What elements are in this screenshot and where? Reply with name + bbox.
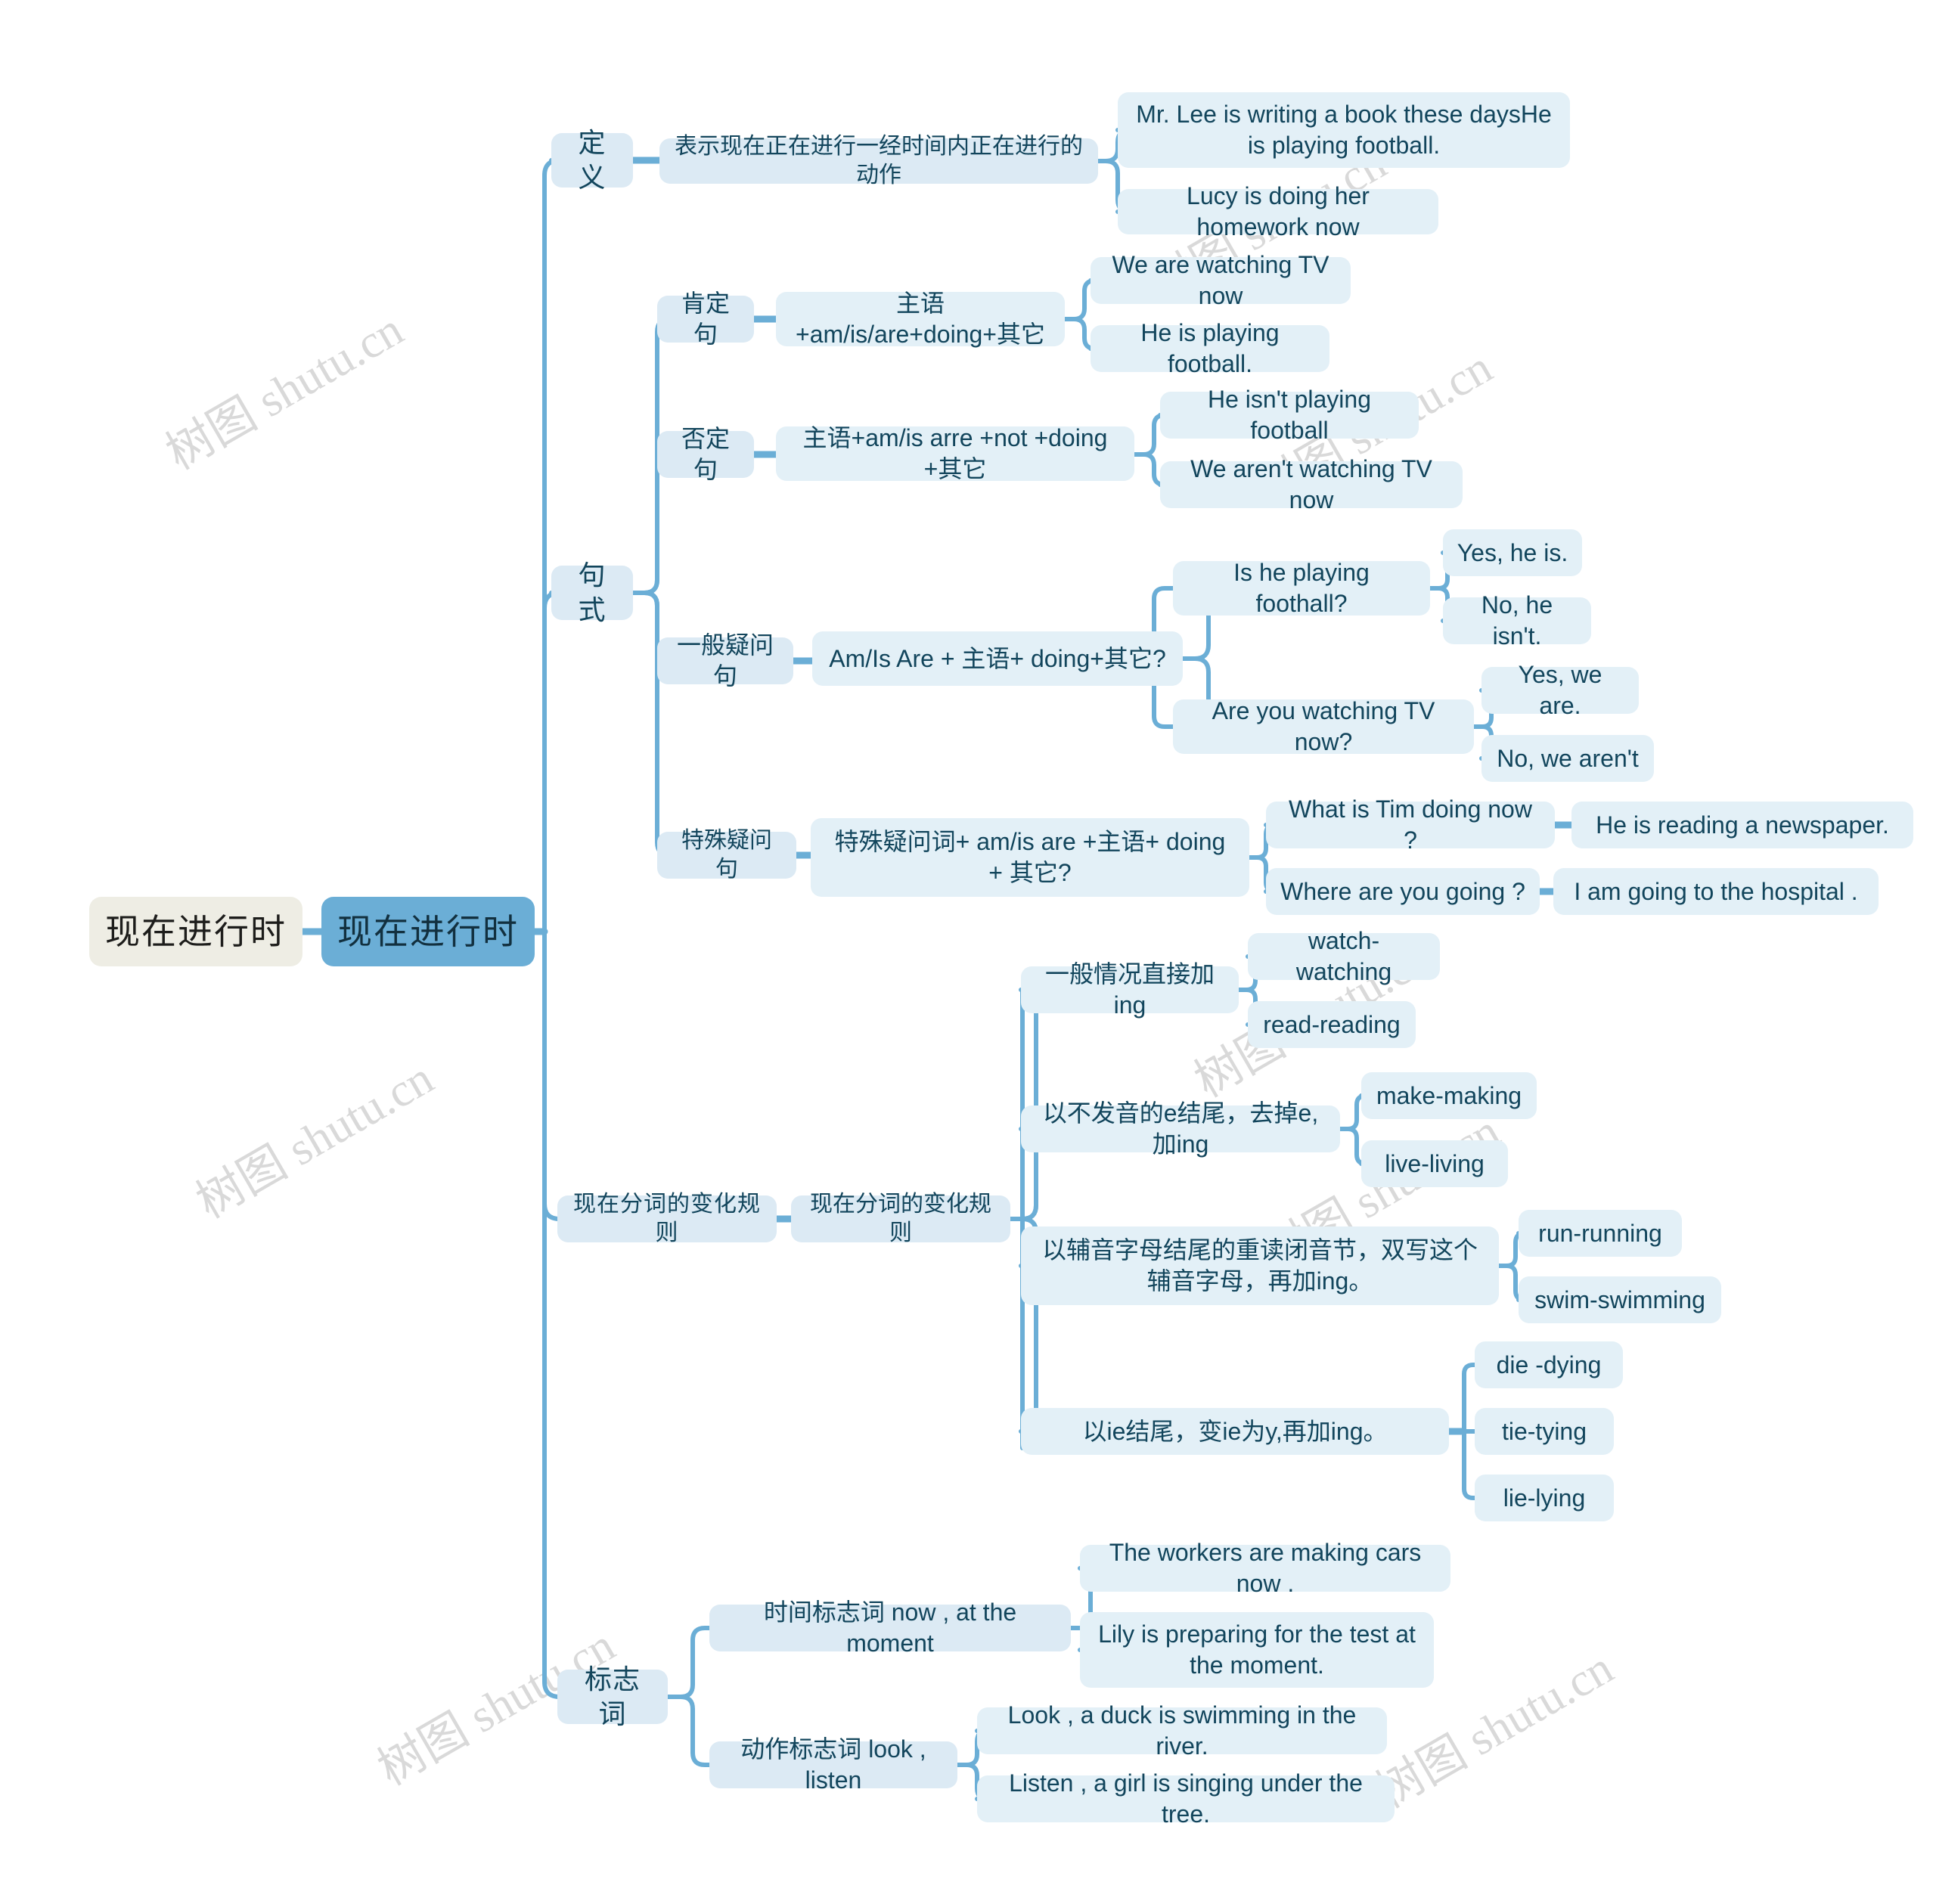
time-marker-words[interactable]: 时间标志词 now , at the moment	[709, 1599, 1071, 1657]
general-question-example-1[interactable]: Is he playing foothall?	[1173, 559, 1430, 617]
action-marker-example-2[interactable]: Listen , a girl is singing under the tre…	[977, 1769, 1395, 1828]
participle-rule-3-example-2[interactable]: swim-swimming	[1519, 1276, 1721, 1323]
special-question-example-2[interactable]: Where are you going ?	[1266, 868, 1540, 915]
general-question-example-2[interactable]: Are you watching TV now?	[1173, 697, 1474, 755]
general-question-answer-yes-1[interactable]: Yes, he is.	[1443, 529, 1582, 576]
participle-rule-3-example-1[interactable]: run-running	[1519, 1210, 1682, 1257]
special-question-formula[interactable]: 特殊疑问词+ am/is are +主语+ doing + 其它?	[811, 818, 1249, 897]
pattern-general-question[interactable]: 一般疑问句	[657, 631, 793, 690]
time-marker-example-1[interactable]: The workers are making cars now .	[1080, 1539, 1450, 1597]
affirmative-example-1[interactable]: We are watching TV now	[1091, 251, 1351, 309]
participle-rule-4-example-3[interactable]: lie-lying	[1475, 1475, 1614, 1521]
negative-example-2[interactable]: We aren't watching TV now	[1160, 455, 1463, 513]
pattern-special-question[interactable]: 特殊疑问句	[657, 828, 796, 882]
participle-rule-1[interactable]: 一般情况直接加ing	[1021, 960, 1239, 1019]
branch-marker-words[interactable]: 标志词	[557, 1664, 668, 1729]
participle-rule-4[interactable]: 以ie结尾，变ie为y,再加ing。	[1021, 1408, 1449, 1455]
participle-rule-2[interactable]: 以不发音的e结尾，去掉e,加ing	[1021, 1099, 1340, 1158]
general-question-answer-yes-2[interactable]: Yes, we are.	[1481, 661, 1639, 719]
affirmative-example-2[interactable]: He is playing football.	[1091, 319, 1329, 377]
special-question-example-1[interactable]: What is Tim doing now ?	[1266, 795, 1555, 854]
root-node[interactable]: 现在进行时	[321, 897, 535, 966]
participle-rule-4-example-2[interactable]: tie-tying	[1475, 1408, 1614, 1455]
negative-formula[interactable]: 主语+am/is arre +not +doing +其它	[776, 424, 1134, 482]
branch-sentence-patterns[interactable]: 句式	[551, 560, 633, 625]
participle-rule-2-example-1[interactable]: make-making	[1361, 1072, 1537, 1119]
branch-participle-rules[interactable]: 现在分词的变化规则	[557, 1192, 777, 1245]
pattern-affirmative[interactable]: 肯定句	[657, 290, 754, 348]
branch-definition[interactable]: 定义	[551, 127, 633, 193]
action-marker-words[interactable]: 动作标志词 look , listen	[709, 1735, 957, 1794]
participle-rule-1-example-2[interactable]: read-reading	[1248, 1001, 1416, 1048]
general-question-answer-no-2[interactable]: No, we aren't	[1481, 735, 1654, 782]
definition-description[interactable]: 表示现在正在进行一经时间内正在进行的动作	[659, 134, 1098, 188]
special-question-answer-2[interactable]: I am going to the hospital .	[1553, 868, 1879, 915]
definition-example-2[interactable]: Lucy is doing her homework now	[1118, 182, 1438, 240]
participle-rule-2-example-2[interactable]: live-living	[1361, 1140, 1508, 1187]
affirmative-formula[interactable]: 主语+am/is/are+doing+其它	[776, 290, 1065, 348]
participle-rules-group[interactable]: 现在分词的变化规则	[791, 1192, 1010, 1245]
mindmap-canvas: 树图 shutu.cn 树图 shutu.cn 树图 shutu.cn 树图 s…	[0, 0, 1936, 1904]
general-question-answer-no-1[interactable]: No, he isn't.	[1443, 591, 1591, 650]
time-marker-example-2[interactable]: Lily is preparing for the test at the mo…	[1080, 1612, 1434, 1688]
participle-rule-3[interactable]: 以辅音字母结尾的重读闭音节，双写这个辅音字母，再加ing。	[1021, 1226, 1499, 1305]
participle-rule-4-example-1[interactable]: die -dying	[1475, 1341, 1623, 1388]
definition-example-1[interactable]: Mr. Lee is writing a book these daysHe i…	[1118, 92, 1570, 168]
pattern-negative[interactable]: 否定句	[657, 425, 754, 483]
general-question-formula[interactable]: Am/Is Are + 主语+ doing+其它?	[812, 631, 1183, 686]
participle-rule-1-example-1[interactable]: watch-watching	[1248, 927, 1440, 985]
negative-example-1[interactable]: He isn't playing football	[1160, 386, 1419, 444]
map-title-node[interactable]: 现在进行时	[89, 897, 302, 966]
action-marker-example-1[interactable]: Look , a duck is swimming in the river.	[977, 1701, 1387, 1760]
special-question-answer-1[interactable]: He is reading a newspaper.	[1571, 802, 1913, 848]
